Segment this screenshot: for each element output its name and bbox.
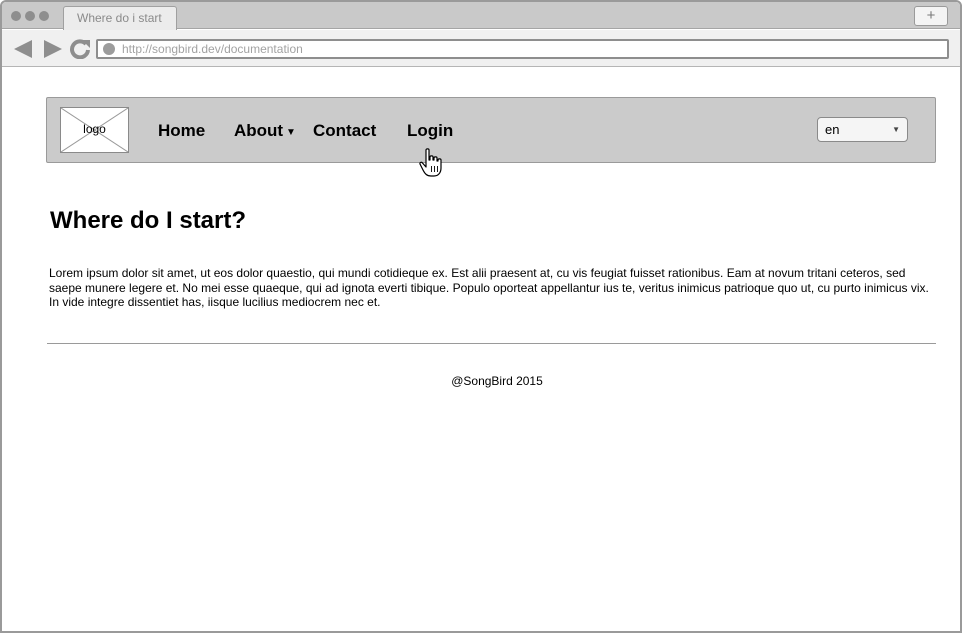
- logo-placeholder[interactable]: logo: [60, 107, 129, 153]
- window-close-icon[interactable]: [11, 11, 21, 21]
- forward-arrow-icon[interactable]: [42, 39, 64, 59]
- hand-cursor-icon: [419, 148, 442, 177]
- chevron-down-icon: ▼: [892, 125, 900, 134]
- page-title: Where do I start?: [50, 207, 247, 234]
- nav-about[interactable]: About: [234, 121, 283, 141]
- browser-window: Where do i start + http://songbird.dev/d…: [0, 0, 962, 633]
- new-tab-button[interactable]: +: [914, 6, 948, 26]
- browser-titlebar: Where do i start +: [2, 2, 960, 30]
- footer-divider: [47, 343, 936, 344]
- browser-toolbar: http://songbird.dev/documentation: [2, 30, 960, 67]
- window-maximize-icon[interactable]: [39, 11, 49, 21]
- nav-home[interactable]: Home: [158, 121, 205, 141]
- browser-tab[interactable]: Where do i start: [63, 6, 177, 30]
- nav-contact[interactable]: Contact: [313, 121, 376, 141]
- address-bar-url: http://songbird.dev/documentation: [122, 42, 303, 56]
- logo-label: logo: [83, 122, 106, 136]
- window-minimize-icon[interactable]: [25, 11, 35, 21]
- reload-icon[interactable]: [69, 39, 91, 59]
- about-dropdown-icon[interactable]: ▼: [286, 127, 296, 138]
- site-info-icon: [103, 43, 115, 55]
- language-select[interactable]: en ▼: [817, 117, 908, 142]
- language-select-value: en: [825, 122, 840, 137]
- back-arrow-icon[interactable]: [12, 39, 34, 59]
- address-bar[interactable]: http://songbird.dev/documentation: [96, 39, 949, 59]
- site-navbar: logo Home About ▼ Contact Login en ▼: [46, 97, 936, 163]
- footer-copyright: @SongBird 2015: [451, 374, 543, 388]
- intro-paragraph: Lorem ipsum dolor sit amet, ut eos dolor…: [49, 266, 929, 309]
- nav-login[interactable]: Login: [407, 121, 453, 141]
